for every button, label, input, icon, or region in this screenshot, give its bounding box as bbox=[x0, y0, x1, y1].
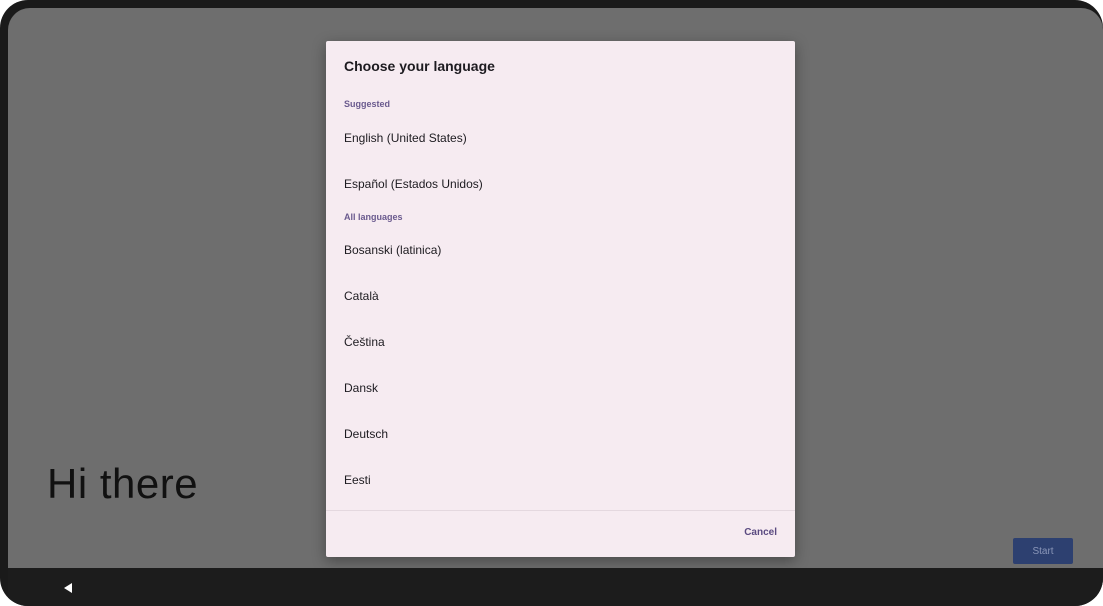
language-item-espanol-us[interactable]: Español (Estados Unidos) bbox=[326, 161, 795, 207]
screen: Hi there s) Start Choose your language S… bbox=[8, 8, 1103, 606]
back-triangle-icon[interactable] bbox=[64, 583, 72, 593]
language-item-english-us[interactable]: English (United States) bbox=[326, 115, 795, 161]
device-frame: Hi there s) Start Choose your language S… bbox=[0, 0, 1103, 606]
language-item-bosanski[interactable]: Bosanski (latinica) bbox=[326, 227, 795, 273]
language-list[interactable]: Suggested English (United States) Españo… bbox=[326, 99, 795, 509]
language-dialog: Choose your language Suggested English (… bbox=[326, 41, 795, 557]
dialog-title: Choose your language bbox=[344, 58, 495, 74]
cancel-button[interactable]: Cancel bbox=[744, 525, 777, 540]
language-item-deutsch[interactable]: Deutsch bbox=[326, 411, 795, 457]
language-item-dansk[interactable]: Dansk bbox=[326, 365, 795, 411]
language-item-eesti[interactable]: Eesti bbox=[326, 457, 795, 503]
section-header-suggested: Suggested bbox=[344, 99, 391, 109]
start-button[interactable]: Start bbox=[1013, 538, 1073, 564]
language-item-cestina[interactable]: Čeština bbox=[326, 319, 795, 365]
dialog-footer: Cancel bbox=[326, 510, 795, 557]
navigation-bar bbox=[8, 568, 1103, 606]
greeting-heading: Hi there bbox=[47, 460, 199, 507]
language-item-catala[interactable]: Català bbox=[326, 273, 795, 319]
section-header-all-languages: All languages bbox=[344, 212, 403, 222]
